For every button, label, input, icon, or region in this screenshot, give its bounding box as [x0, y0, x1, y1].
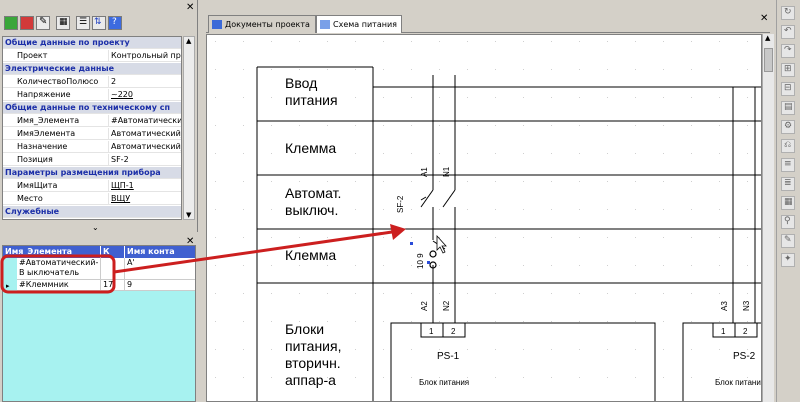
- annotation-arrow: [113, 230, 393, 274]
- highlight-box: [0, 254, 116, 294]
- annotation-overlay: [0, 224, 406, 294]
- arrow-head: [390, 224, 406, 240]
